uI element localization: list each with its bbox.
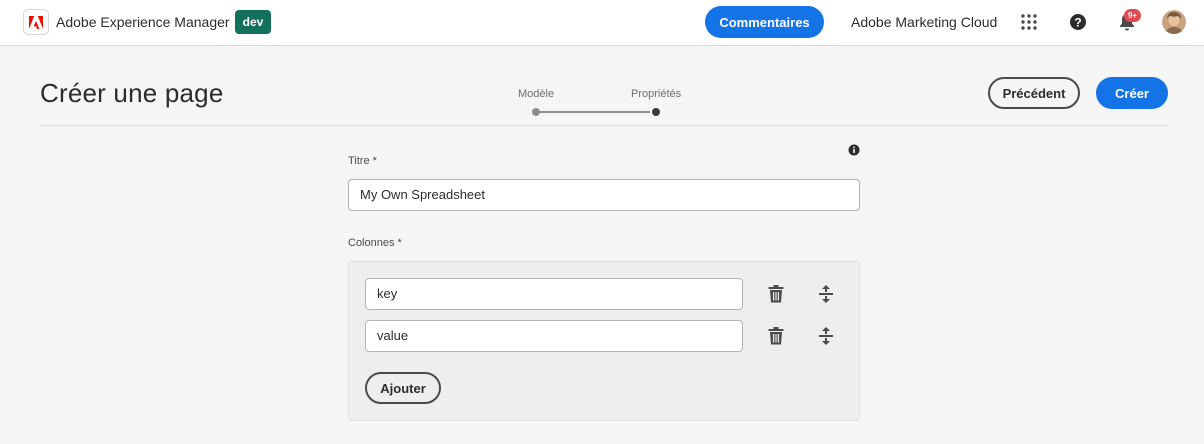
title-field-label: Titre * xyxy=(348,155,377,167)
create-button[interactable]: Créer xyxy=(1096,77,1168,109)
feedback-button[interactable]: Commentaires xyxy=(705,6,824,38)
top-bar: Adobe Experience Manager dev Commentaire… xyxy=(0,0,1204,46)
wizard-step-properties: Propriétés xyxy=(631,88,682,100)
notification-count-badge: 9+ xyxy=(1124,9,1141,22)
previous-button[interactable]: Précédent xyxy=(988,77,1080,109)
columns-field-label: Colonnes * xyxy=(348,237,402,249)
svg-text:?: ? xyxy=(1074,16,1081,30)
page-title: Créer une page xyxy=(40,78,224,108)
wizard-step-properties-dot xyxy=(652,108,660,116)
info-icon[interactable] xyxy=(848,143,860,156)
column-input-value[interactable]: value xyxy=(365,320,743,352)
environment-badge: dev xyxy=(235,10,271,34)
reorder-handle-icon[interactable] xyxy=(818,285,834,303)
wizard-step-template: Modèle xyxy=(518,88,555,100)
column-input-key[interactable]: key xyxy=(365,278,743,310)
header-divider xyxy=(40,125,1168,126)
adobe-logo-icon[interactable] xyxy=(23,9,49,35)
wizard-progress-line xyxy=(540,111,650,113)
delete-icon[interactable] xyxy=(768,327,784,345)
reorder-handle-icon[interactable] xyxy=(818,327,834,345)
help-icon[interactable]: ? xyxy=(1069,13,1087,31)
marketing-cloud-link[interactable]: Adobe Marketing Cloud xyxy=(851,14,997,30)
add-column-button[interactable]: Ajouter xyxy=(365,372,441,404)
wizard-step-template-dot xyxy=(532,108,540,116)
avatar[interactable] xyxy=(1162,10,1186,34)
title-input[interactable]: My Own Spreadsheet xyxy=(348,179,860,211)
app-name[interactable]: Adobe Experience Manager xyxy=(56,14,230,30)
delete-icon[interactable] xyxy=(768,285,784,303)
grid-icon[interactable] xyxy=(1020,13,1038,31)
